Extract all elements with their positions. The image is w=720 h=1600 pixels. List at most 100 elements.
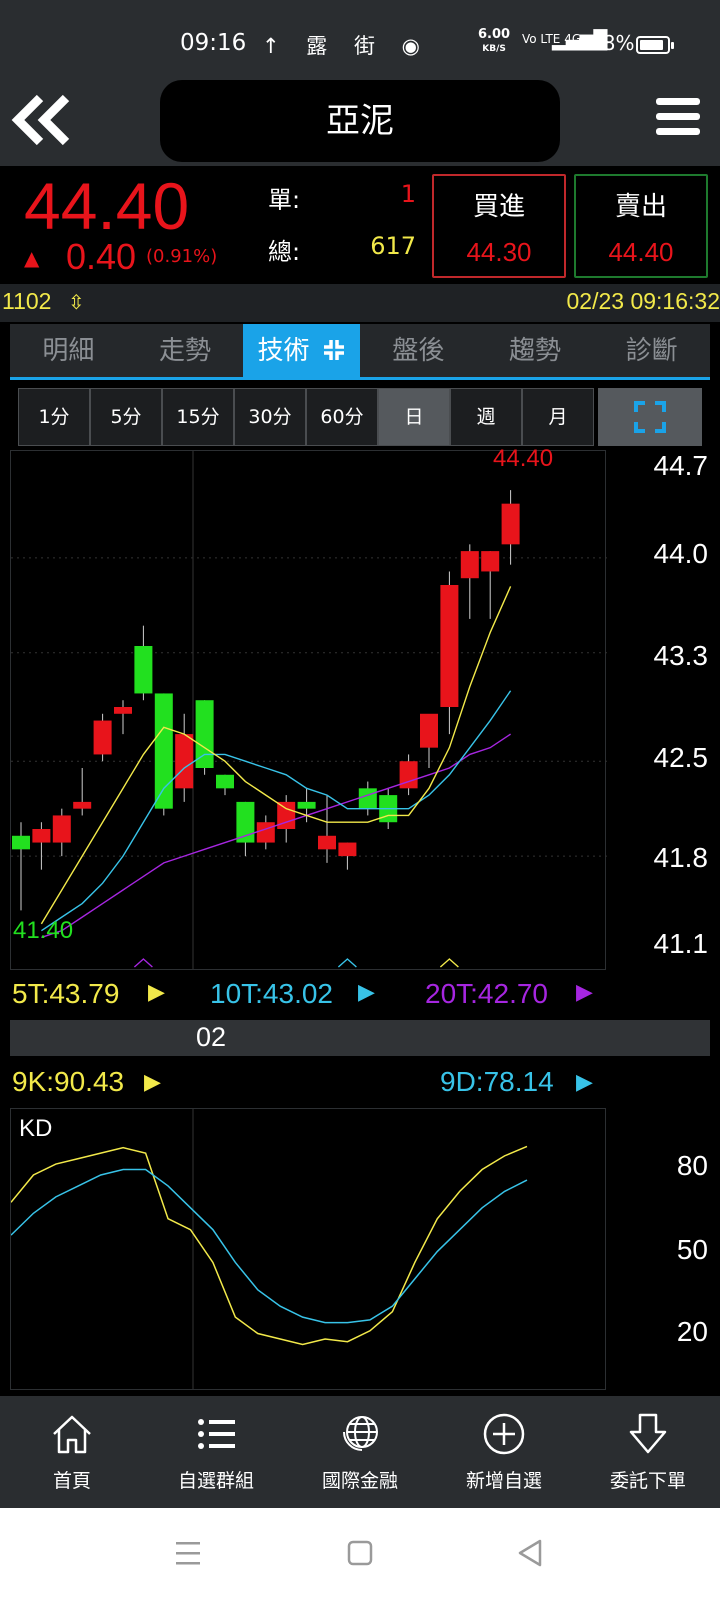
tab-technical-label: 技術 (257, 336, 310, 366)
k-value: 9K:90.43 (12, 1066, 125, 1097)
kd-legend: 9K:90.43 ▶ 9D:78.14 ▶ (10, 1058, 606, 1108)
candle-body (52, 815, 71, 843)
ma10-value: 10T:43.02 (210, 978, 333, 1009)
menu-icon-bar (656, 128, 700, 135)
kd-y-tick: 50 (676, 1234, 708, 1265)
tab-details[interactable]: 明細 (10, 324, 127, 377)
candle-body (460, 551, 479, 579)
period-5min[interactable]: 5分 (90, 388, 162, 446)
info-strip: 1102 ⇳ 02/23 09:16:32 (0, 284, 720, 322)
menu-icon-bar (656, 113, 700, 120)
tab-trend-label: 走勢 (159, 336, 212, 366)
fullscreen-button[interactable] (598, 388, 702, 446)
candle-body (481, 551, 500, 572)
recent-apps-icon[interactable] (176, 1542, 200, 1565)
nav-international[interactable]: 國際金融 (288, 1396, 432, 1508)
quote-datetime: 02/23 09:16:32 (566, 288, 720, 314)
price-y-axis: 44.7 44.0 43.3 42.5 41.8 41.1 (608, 450, 720, 970)
tab-tendency[interactable]: 趨勢 (477, 324, 594, 377)
buy-button[interactable]: 買進 44.30 (432, 174, 566, 278)
single-volume-label: 單: (268, 186, 301, 214)
total-volume-value: 617 (370, 232, 416, 260)
candle-body (114, 707, 132, 714)
globe-icon (343, 1416, 378, 1451)
d-flag-icon[interactable]: ▶ (576, 1070, 593, 1095)
sell-price: 44.40 (608, 237, 674, 267)
nav-place-order-label: 委託下單 (609, 1470, 686, 1492)
nav-place-order[interactable]: 委託下單 (576, 1396, 720, 1508)
list-icon (198, 1419, 235, 1449)
candle-body (318, 835, 336, 850)
total-volume-label: 總: (268, 238, 301, 266)
nav-watchlist-groups-label: 自選群組 (177, 1470, 254, 1492)
period-week[interactable]: 週 (450, 388, 522, 446)
candle-body (154, 693, 173, 809)
sell-button[interactable]: 賣出 44.40 (574, 174, 708, 278)
period-high-label: 44.40 (493, 445, 554, 472)
period-60min[interactable]: 60分 (306, 388, 378, 446)
stock-title[interactable]: 亞泥 (160, 80, 560, 162)
d-line (10, 1168, 528, 1324)
sell-label: 賣出 (614, 192, 667, 222)
home-square-icon[interactable] (347, 1540, 373, 1566)
stock-name: 亞泥 (326, 101, 394, 141)
tab-after-hours[interactable]: 盤後 (360, 324, 477, 377)
period-1min[interactable]: 1分 (18, 388, 90, 446)
ma5-flag-icon[interactable]: ▶ (148, 980, 165, 1005)
last-price: 44.40 (24, 169, 190, 243)
ma20-value: 20T:42.70 (425, 978, 548, 1009)
status-time: 09:16 (180, 30, 247, 56)
candle-body (175, 734, 194, 789)
candle-body (297, 801, 316, 809)
y-tick: 44.7 (653, 450, 709, 481)
candle-body (216, 774, 234, 789)
ma-cross-marker (133, 958, 153, 968)
tab-trend[interactable]: 走勢 (127, 324, 244, 377)
kd-chart[interactable]: KD (10, 1108, 606, 1390)
candle-body (501, 503, 520, 545)
ma10-flag-icon[interactable]: ▶ (358, 980, 375, 1005)
period-30min[interactable]: 30分 (234, 388, 306, 446)
ma-legend: 5T:43.79 ▶ 10T:43.02 ▶ 20T:42.70 ▶ (10, 970, 606, 1018)
system-nav-icons (176, 1539, 542, 1567)
candle-body (338, 842, 357, 857)
price-change: 0.40 (66, 236, 137, 277)
quote-panel: 44.40 ▲ 0.40 (0.91%) 單: 1 總: 617 買進 44.3… (0, 166, 720, 284)
period-month[interactable]: 月 (522, 388, 594, 446)
network-speed-value: 6.00 (478, 27, 511, 42)
tab-tendency-label: 趨勢 (509, 336, 562, 366)
menu-button[interactable] (656, 98, 700, 142)
ma10-line (41, 690, 512, 932)
candlestick-chart (11, 451, 607, 969)
tab-after-hours-label: 盤後 (392, 336, 445, 366)
tab-diagnosis-label: 診斷 (625, 336, 678, 366)
back-button[interactable] (10, 90, 74, 150)
buy-label: 買進 (472, 192, 525, 222)
period-15min[interactable]: 15分 (162, 388, 234, 446)
period-day[interactable]: 日 (378, 388, 450, 446)
tab-technical[interactable]: 技術 (243, 324, 361, 377)
menu-icon (656, 98, 700, 105)
k-flag-icon[interactable]: ▶ (144, 1070, 161, 1095)
y-tick: 41.8 (653, 842, 709, 873)
single-volume-value: 1 (400, 180, 416, 208)
ma5-value: 5T:43.79 (12, 978, 120, 1009)
kd-line-chart (10, 1109, 528, 1389)
month-label: 02 (196, 1022, 227, 1052)
tab-diagnosis[interactable]: 診斷 (593, 324, 710, 377)
add-circle-icon (483, 1413, 525, 1455)
ma-cross-marker (337, 958, 357, 968)
price-chart[interactable]: 44.40 41.40 (10, 445, 607, 970)
bottom-navigation: 首頁 自選群組 國際金融 新增自選 委託下單 (0, 1396, 720, 1508)
nav-home[interactable]: 首頁 (0, 1396, 144, 1508)
nav-add-watchlist[interactable]: 新增自選 (432, 1396, 576, 1508)
nav-watchlist-groups[interactable]: 自選群組 (144, 1396, 288, 1508)
back-triangle-icon[interactable] (518, 1539, 542, 1567)
candle-body (32, 829, 51, 843)
double-chevron-left-icon (11, 94, 70, 146)
ma-cross-marker (439, 958, 459, 968)
candle-body (93, 720, 112, 755)
period-low-label: 41.40 (13, 917, 74, 944)
ma20-flag-icon[interactable]: ▶ (576, 980, 593, 1005)
fullscreen-icon (634, 401, 666, 433)
